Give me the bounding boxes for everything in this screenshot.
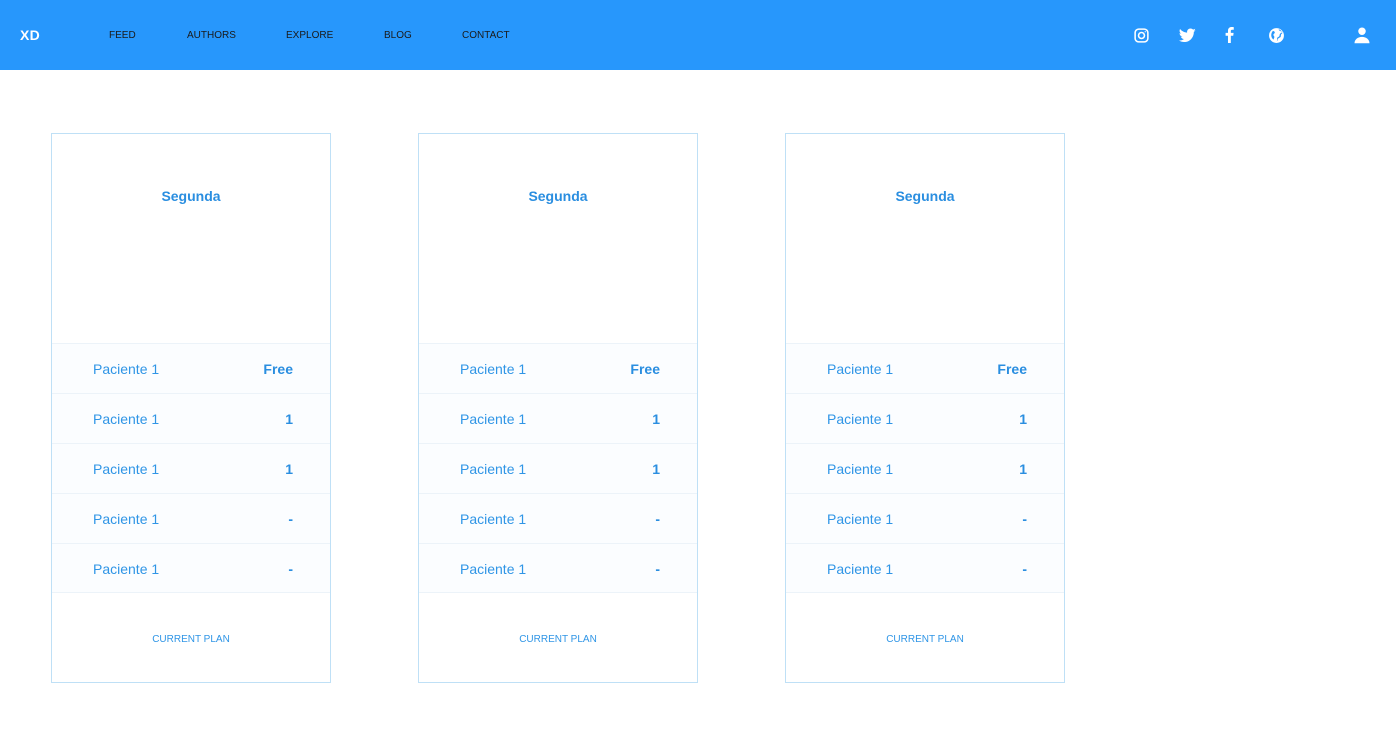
row-value: 1 [285,461,293,477]
list-item: Paciente 1 1 [419,393,697,443]
list-item: Paciente 1 Free [52,343,330,393]
card-rows: Paciente 1 Free Paciente 1 1 Paciente 1 … [786,343,1064,593]
row-label: Paciente 1 [93,511,160,527]
card-title: Segunda [161,188,221,204]
row-value: 1 [285,411,293,427]
row-value: Free [630,361,660,377]
row-label: Paciente 1 [460,511,527,527]
card-title: Segunda [895,188,955,204]
row-label: Paciente 1 [827,361,894,377]
plan-card: Segunda Paciente 1 Free Paciente 1 1 Pac… [418,133,698,683]
list-item: Paciente 1 1 [52,393,330,443]
row-label: Paciente 1 [827,511,894,527]
row-label: Paciente 1 [827,461,894,477]
row-value: 1 [1019,461,1027,477]
row-value: - [1022,511,1027,527]
row-label: Paciente 1 [460,461,527,477]
row-value: - [655,561,660,577]
instagram-icon[interactable] [1131,25,1151,45]
row-value: - [655,511,660,527]
plan-card: Segunda Paciente 1 Free Paciente 1 1 Pac… [51,133,331,683]
list-item: Paciente 1 - [52,493,330,543]
list-item: Paciente 1 1 [786,393,1064,443]
nav-item-feed[interactable]: FEED [109,30,136,41]
list-item: Paciente 1 1 [52,443,330,493]
row-label: Paciente 1 [93,411,160,427]
row-value: 1 [1019,411,1027,427]
globe-icon[interactable] [1266,25,1286,45]
brand-logo[interactable]: XD [20,27,40,43]
current-plan-button[interactable]: CURRENT PLAN [52,634,330,645]
row-label: Paciente 1 [460,411,527,427]
nav-item-authors[interactable]: AUTHORS [187,30,236,41]
current-plan-button[interactable]: CURRENT PLAN [786,634,1064,645]
card-title: Segunda [528,188,588,204]
row-label: Paciente 1 [460,361,527,377]
nav-item-contact[interactable]: CONTACT [462,30,510,41]
row-value: - [288,561,293,577]
list-item: Paciente 1 - [419,493,697,543]
list-item: Paciente 1 - [786,543,1064,593]
row-label: Paciente 1 [93,561,160,577]
list-item: Paciente 1 - [786,493,1064,543]
row-value: 1 [652,461,660,477]
list-item: Paciente 1 - [52,543,330,593]
nav-item-blog[interactable]: BLOG [384,30,412,41]
row-value: Free [263,361,293,377]
row-value: - [1022,561,1027,577]
nav-item-explore[interactable]: EXPLORE [286,30,333,41]
list-item: Paciente 1 - [419,543,697,593]
top-navbar: XD FEED AUTHORS EXPLORE BLOG CONTACT [0,0,1396,70]
card-rows: Paciente 1 Free Paciente 1 1 Paciente 1 … [52,343,330,593]
row-value: Free [997,361,1027,377]
row-label: Paciente 1 [93,361,160,377]
list-item: Paciente 1 1 [786,443,1064,493]
plan-card: Segunda Paciente 1 Free Paciente 1 1 Pac… [785,133,1065,683]
row-label: Paciente 1 [827,411,894,427]
list-item: Paciente 1 Free [786,343,1064,393]
list-item: Paciente 1 Free [419,343,697,393]
row-label: Paciente 1 [93,461,160,477]
current-plan-button[interactable]: CURRENT PLAN [419,634,697,645]
user-icon[interactable] [1352,25,1372,45]
row-label: Paciente 1 [827,561,894,577]
twitter-icon[interactable] [1177,25,1197,45]
card-rows: Paciente 1 Free Paciente 1 1 Paciente 1 … [419,343,697,593]
list-item: Paciente 1 1 [419,443,697,493]
row-value: - [288,511,293,527]
facebook-icon[interactable] [1219,25,1239,45]
row-label: Paciente 1 [460,561,527,577]
row-value: 1 [652,411,660,427]
